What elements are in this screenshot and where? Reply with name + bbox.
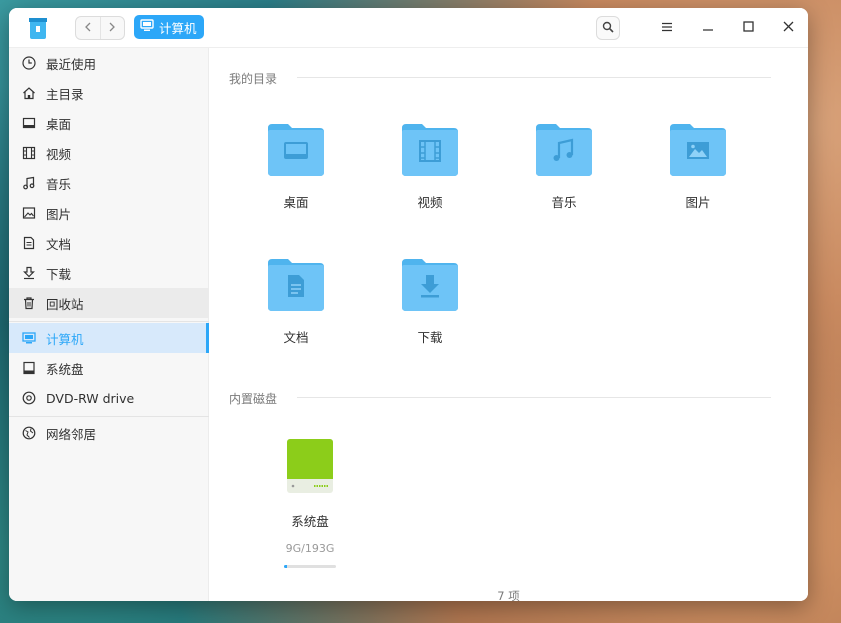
maximize-icon [742,21,754,35]
picture-folder-icon [668,122,728,178]
download-icon [21,265,37,281]
folder-label: 音乐 [551,195,577,210]
chevron-left-icon [84,21,92,35]
folder-label: 视频 [417,195,443,210]
section-divider [297,397,771,398]
folder-label: 文档 [283,330,309,345]
trash-icon [21,295,37,311]
status-bar-item-count: 7 项 [497,589,520,601]
computer-icon [140,19,154,35]
computer-icon [21,330,37,346]
navigation-buttons [75,16,125,40]
minimize-button[interactable] [696,16,720,40]
folder-music[interactable]: 音乐 [514,122,614,232]
video-folder-icon [400,122,460,178]
sidebar-item-label: 音乐 [46,176,72,192]
sidebar-item-downloads[interactable]: 下载 [9,258,209,288]
disk-icon [21,360,37,376]
disk-name: 系统盘 [291,514,329,529]
sidebar-item-label: 文档 [46,236,72,252]
sidebar-item-label: 网络邻居 [46,426,97,442]
disk-usage: 9G/193G [285,542,335,555]
breadcrumb[interactable]: 计算机 [134,15,204,39]
forward-button[interactable] [99,17,125,39]
disk-usage-bar-fill [284,565,287,568]
home-icon [21,85,37,101]
sidebar-divider [9,321,209,322]
desktop-icon [21,115,37,131]
search-icon [602,21,614,36]
hard-disk-icon [286,438,334,497]
breadcrumb-label: 计算机 [159,20,197,36]
sidebar: 最近使用 主目录 桌面 视频 音乐 图片 文档 下载 回收站 计算机 系统盘 D… [9,48,209,601]
sidebar-item-recent[interactable]: 最近使用 [9,48,209,78]
minimize-icon [702,21,714,35]
main-content: 我的目录 桌面 视频 音乐 图片 文档 下载 内置磁盘 系统盘 9G/193G … [209,48,808,601]
sidebar-item-network[interactable]: 网络邻居 [9,418,209,448]
sidebar-item-home[interactable]: 主目录 [9,78,209,108]
document-folder-icon [266,257,326,313]
sidebar-item-label: 最近使用 [46,56,97,72]
sidebar-item-computer[interactable]: 计算机 [9,323,209,353]
folder-pictures[interactable]: 图片 [648,122,748,232]
menu-button[interactable] [655,16,679,40]
document-icon [21,235,37,251]
maximize-button[interactable] [736,16,760,40]
sidebar-item-desktop[interactable]: 桌面 [9,108,209,138]
close-icon [783,21,794,35]
image-icon [21,205,37,221]
film-icon [21,145,37,161]
section-title-my-dirs: 我的目录 [229,72,278,86]
sidebar-item-label: 系统盘 [46,361,84,377]
clock-icon [21,55,37,71]
sidebar-divider [9,416,209,417]
folder-label: 图片 [685,195,711,210]
sidebar-item-system-disk[interactable]: 系统盘 [9,353,209,383]
sidebar-item-label: DVD-RW drive [46,390,135,406]
sidebar-item-music[interactable]: 音乐 [9,168,209,198]
folder-videos[interactable]: 视频 [380,122,480,232]
sidebar-item-label: 桌面 [46,116,72,132]
hamburger-menu-icon [661,21,673,35]
sidebar-item-label: 视频 [46,146,72,162]
folder-downloads[interactable]: 下载 [380,257,480,367]
file-manager-window: 计算机 最近使用 主目录 桌面 视频 音乐 图片 文档 下载 回收站 计算机 系… [9,8,808,601]
close-button[interactable] [776,16,800,40]
download-folder-icon [400,257,460,313]
back-button[interactable] [76,17,100,39]
sidebar-item-label: 主目录 [46,86,84,102]
title-bar: 计算机 [9,8,808,48]
section-divider [297,77,771,78]
sidebar-item-label: 计算机 [46,331,84,347]
folder-label: 下载 [417,330,443,345]
disk-system[interactable]: 系统盘 9G/193G [265,438,355,568]
sidebar-item-label: 回收站 [46,296,84,312]
network-icon [21,425,37,441]
disc-icon [21,390,37,406]
folder-desktop[interactable]: 桌面 [246,122,346,232]
sidebar-item-label: 下载 [46,266,72,282]
chevron-right-icon [108,21,116,35]
sidebar-item-videos[interactable]: 视频 [9,138,209,168]
search-button[interactable] [596,16,620,40]
sidebar-item-label: 图片 [46,206,72,222]
sidebar-item-dvd-drive[interactable]: DVD-RW drive [9,383,209,413]
folder-documents[interactable]: 文档 [246,257,346,367]
sidebar-item-documents[interactable]: 文档 [9,228,209,258]
desktop-folder-icon [266,122,326,178]
section-title-internal-disks: 内置磁盘 [229,392,278,406]
sidebar-item-trash[interactable]: 回收站 [9,288,209,318]
music-folder-icon [534,122,594,178]
folder-label: 桌面 [283,195,309,210]
sidebar-item-pictures[interactable]: 图片 [9,198,209,228]
music-icon [21,175,37,191]
file-manager-logo-icon [27,16,49,40]
disk-usage-bar [284,565,336,568]
